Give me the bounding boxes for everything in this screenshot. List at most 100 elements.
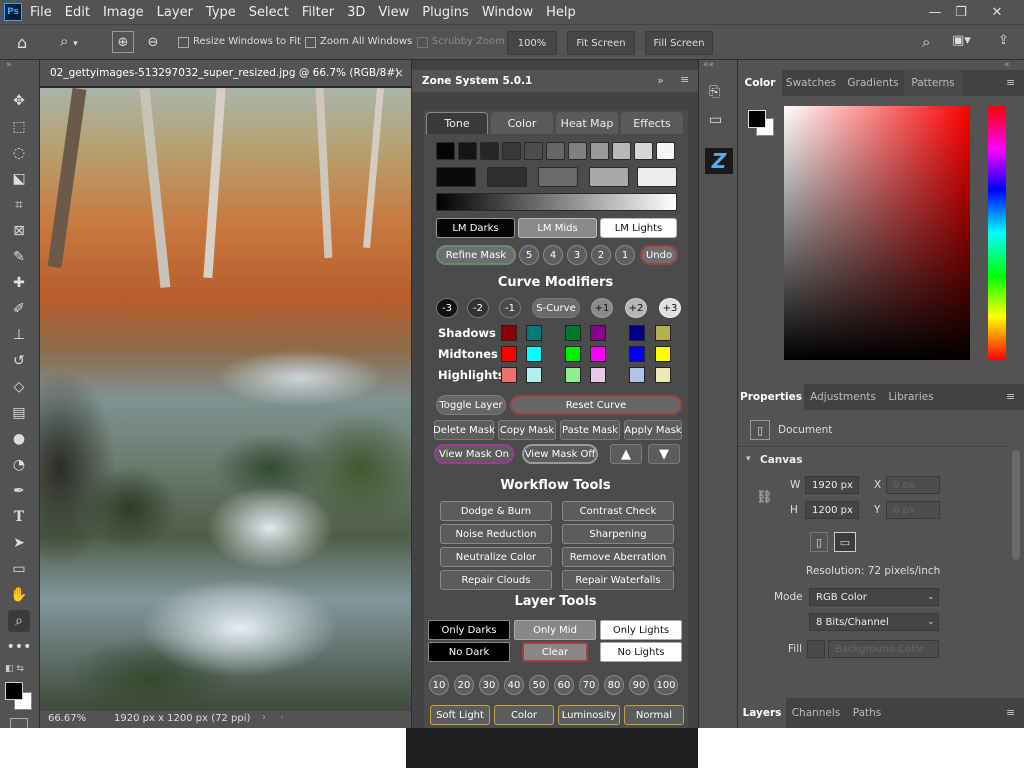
clear-button[interactable]: Clear: [522, 642, 588, 662]
highlight-yellow-swatch[interactable]: [655, 367, 671, 383]
zoom-out-icon[interactable]: ⊖: [142, 31, 164, 53]
no-lights-button[interactable]: No Lights: [600, 642, 682, 662]
zone-range-swatch[interactable]: [436, 167, 476, 187]
document-tab[interactable]: 02_gettyimages-513297032_super_resized.j…: [40, 60, 411, 87]
tab-patterns[interactable]: Patterns: [904, 70, 962, 96]
zone-2-button[interactable]: 2: [591, 245, 611, 265]
fit-screen-button[interactable]: Fit Screen: [567, 31, 635, 55]
opacity-80-button[interactable]: 80: [604, 675, 624, 695]
hand-tool-icon[interactable]: ✋: [8, 584, 30, 606]
panel-menu-icon[interactable]: ≡: [1006, 76, 1015, 89]
curve-minus-3-button[interactable]: -3: [436, 298, 458, 318]
refine-mask-button[interactable]: Refine Mask: [436, 245, 516, 265]
zone-3-button[interactable]: 3: [567, 245, 587, 265]
object-select-tool-icon[interactable]: ⬕: [8, 168, 30, 190]
link-icon[interactable]: ⛓: [756, 490, 773, 505]
opacity-50-button[interactable]: 50: [529, 675, 549, 695]
repair-waterfalls-button[interactable]: Repair Waterfalls: [562, 570, 674, 590]
tab-heat-map[interactable]: Heat Map: [556, 112, 618, 134]
tab-paths[interactable]: Paths: [846, 698, 888, 728]
zoom-tool-preset-icon[interactable]: ⌕ ▾: [60, 32, 94, 54]
normal-blend-button[interactable]: Normal: [624, 705, 684, 725]
dodge-burn-button[interactable]: Dodge & Burn: [440, 501, 552, 521]
zone-swatch[interactable]: [502, 142, 521, 160]
chevron-down-icon[interactable]: ⌄: [927, 617, 935, 627]
sharpening-button[interactable]: Sharpening: [562, 524, 674, 544]
zone-range-swatch[interactable]: [637, 167, 677, 187]
zone-swatch[interactable]: [480, 142, 499, 160]
tab-properties[interactable]: Properties: [738, 384, 804, 410]
pen-tool-icon[interactable]: ✒: [8, 480, 30, 502]
collapse-icon[interactable]: «: [1004, 60, 1010, 70]
fg-color-chip[interactable]: [748, 110, 766, 128]
zone-swatch[interactable]: [524, 142, 543, 160]
apply-mask-button[interactable]: Apply Mask: [624, 420, 682, 440]
lm-lights-button[interactable]: LM Lights: [600, 218, 677, 238]
dodge-tool-icon[interactable]: ◔: [8, 454, 30, 476]
reset-curve-button[interactable]: Reset Curve: [510, 395, 682, 415]
contrast-check-button[interactable]: Contrast Check: [562, 501, 674, 521]
zone-1-button[interactable]: 1: [615, 245, 635, 265]
menu-image[interactable]: Image: [103, 5, 144, 20]
copy-mask-button[interactable]: Copy Mask: [498, 420, 556, 440]
highlight-blue-swatch[interactable]: [629, 367, 645, 383]
lasso-tool-icon[interactable]: ◌: [8, 142, 30, 164]
more-tools-icon[interactable]: •••: [7, 636, 32, 658]
zone-range-swatch[interactable]: [538, 167, 578, 187]
panel-expand-icon[interactable]: »: [657, 74, 664, 87]
workspace-icon[interactable]: ▣▾: [952, 33, 971, 48]
shadow-cyan-swatch[interactable]: [526, 325, 542, 341]
s-curve-button[interactable]: S-Curve: [532, 298, 580, 318]
menu-select[interactable]: Select: [249, 5, 289, 20]
tab-color-panel[interactable]: Color: [738, 70, 782, 96]
lm-mids-button[interactable]: LM Mids: [518, 218, 597, 238]
zone-4-button[interactable]: 4: [543, 245, 563, 265]
lm-darks-button[interactable]: LM Darks: [436, 218, 515, 238]
curve-minus-2-button[interactable]: -2: [467, 298, 489, 318]
noise-reduction-button[interactable]: Noise Reduction: [440, 524, 552, 544]
chevron-down-icon[interactable]: ▾: [746, 454, 751, 464]
menu-type[interactable]: Type: [206, 5, 236, 20]
collapse-icon[interactable]: ««: [703, 60, 714, 70]
status-arrow-icon[interactable]: ›: [262, 712, 266, 723]
path-select-icon[interactable]: ➤: [8, 532, 30, 554]
move-tool-icon[interactable]: ✥: [8, 90, 30, 112]
zone-swatch[interactable]: [458, 142, 477, 160]
zone-swatch[interactable]: [656, 142, 675, 160]
comments-panel-icon[interactable]: ▭: [709, 112, 722, 128]
arrow-up-icon[interactable]: ▲: [610, 444, 642, 464]
tab-layers[interactable]: Layers: [738, 698, 786, 728]
blur-tool-icon[interactable]: ●: [8, 428, 30, 450]
opacity-100-button[interactable]: 100: [654, 675, 678, 695]
properties-scrollbar[interactable]: [1012, 450, 1020, 560]
highlight-cyan-swatch[interactable]: [526, 367, 542, 383]
neutralize-color-button[interactable]: Neutralize Color: [440, 547, 552, 567]
rectangle-tool-icon[interactable]: ▭: [8, 558, 30, 580]
fill-select[interactable]: Background Color: [828, 640, 939, 658]
paste-mask-button[interactable]: Paste Mask: [560, 420, 620, 440]
delete-mask-button[interactable]: Delete Mask: [433, 420, 495, 440]
undo-button[interactable]: Undo: [640, 245, 678, 265]
zone-swatch[interactable]: [590, 142, 609, 160]
toggle-layer-button[interactable]: Toggle Layer: [436, 395, 506, 415]
shadow-red-swatch[interactable]: [501, 325, 517, 341]
luminosity-button[interactable]: Luminosity: [558, 705, 620, 725]
opacity-60-button[interactable]: 60: [554, 675, 574, 695]
default-colors-icon[interactable]: ◧ ⇆: [5, 664, 24, 674]
tab-effects[interactable]: Effects: [621, 112, 683, 134]
midtone-red-swatch[interactable]: [501, 346, 517, 362]
zoom-in-icon[interactable]: ⊕: [112, 31, 134, 53]
repair-clouds-button[interactable]: Repair Clouds: [440, 570, 552, 590]
tab-channels[interactable]: Channels: [788, 698, 844, 728]
hue-slider[interactable]: [988, 106, 1006, 360]
curve-plus-2-button[interactable]: +2: [625, 298, 647, 318]
shadow-green-swatch[interactable]: [565, 325, 581, 341]
canvas-image[interactable]: [40, 88, 411, 711]
menu-edit[interactable]: Edit: [65, 5, 90, 20]
zoom-tool-icon[interactable]: ⌕: [8, 610, 30, 632]
color-field[interactable]: [784, 106, 970, 360]
midtone-green-swatch[interactable]: [565, 346, 581, 362]
curve-minus-1-button[interactable]: -1: [499, 298, 521, 318]
menu-layer[interactable]: Layer: [157, 5, 193, 20]
y-field[interactable]: 0 px: [886, 501, 940, 519]
